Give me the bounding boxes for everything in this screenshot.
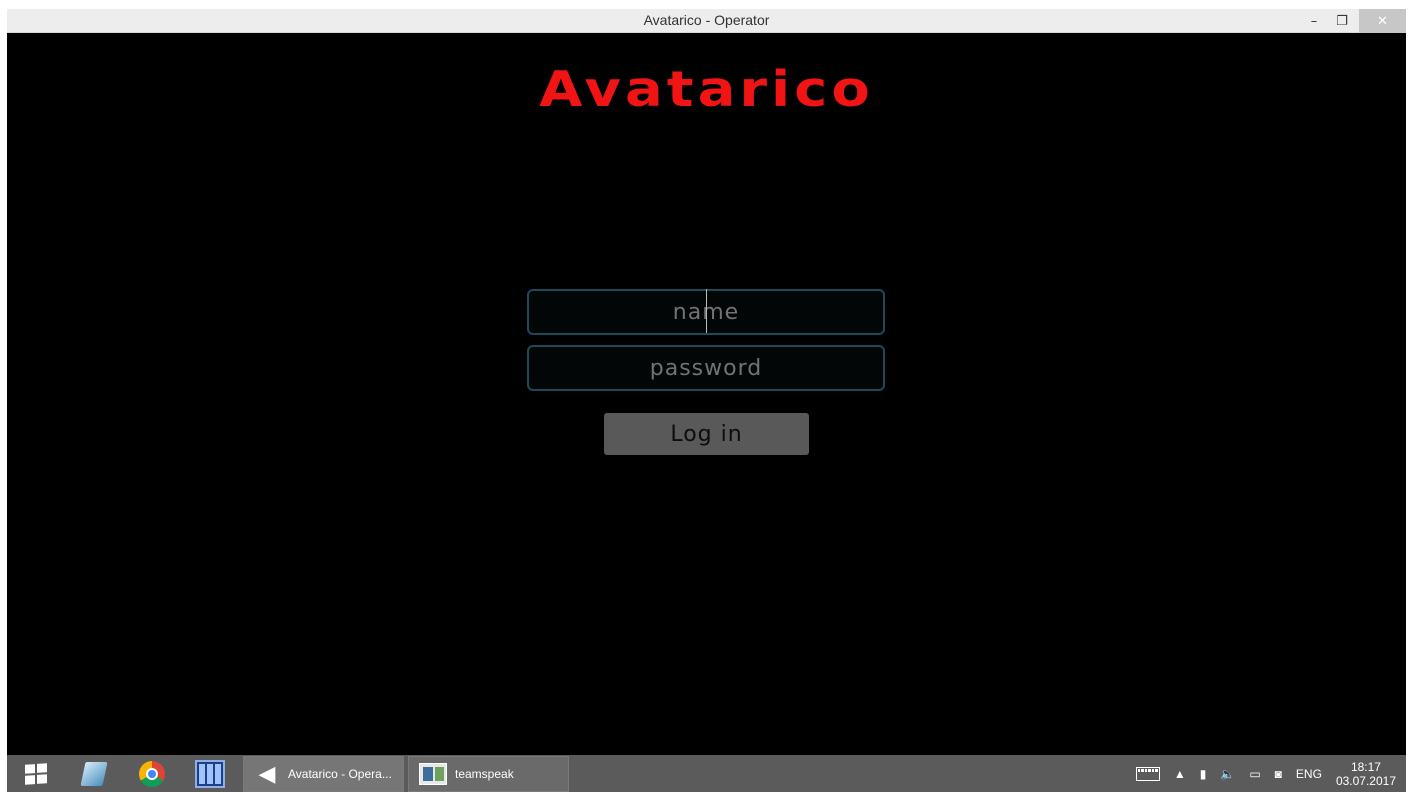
taskbar: ◀ Avatarico - Opera... teamspeak ▲ ▮ 🔈 ▭… <box>7 755 1406 792</box>
windows-start-icon[interactable] <box>7 755 65 792</box>
login-button[interactable]: Log in <box>604 413 809 455</box>
server-app-icon[interactable] <box>181 755 239 792</box>
text-cursor <box>706 289 707 333</box>
battery-icon[interactable]: ▮ <box>1200 767 1207 781</box>
clock[interactable]: 18:17 03.07.2017 <box>1336 760 1396 788</box>
pen-app-icon[interactable] <box>65 755 123 792</box>
taskbar-item-avatarico[interactable]: ◀ Avatarico - Opera... <box>243 755 404 792</box>
volume-icon[interactable]: 🔈 <box>1220 767 1235 781</box>
language-indicator[interactable]: ENG <box>1296 767 1322 781</box>
clock-time: 18:17 <box>1350 759 1381 774</box>
taskbar-item-label: Avatarico - Opera... <box>288 766 392 781</box>
window-title: Avatarico - Operator <box>643 12 770 28</box>
network-icon[interactable]: ▭ <box>1249 767 1260 781</box>
window-title-bar: Avatarico - Operator – ❐ ✕ <box>7 9 1406 33</box>
taskbar-item-teamspeak[interactable]: teamspeak <box>408 755 569 792</box>
system-tray: ▲ ▮ 🔈 ▭ ◙ ENG 18:17 03.07.2017 <box>1135 755 1406 792</box>
unity-icon: ◀ <box>258 760 276 786</box>
close-button[interactable]: ✕ <box>1359 9 1406 33</box>
show-hidden-icons-button[interactable]: ▲ <box>1174 767 1186 781</box>
teamspeak-icon <box>419 762 447 785</box>
clock-date: 03.07.2017 <box>1335 773 1396 788</box>
app-canvas: Avatarico Log in <box>7 33 1406 755</box>
keyboard-icon[interactable] <box>1135 766 1160 781</box>
restore-button[interactable]: ❐ <box>1328 9 1356 33</box>
chrome-icon[interactable] <box>123 755 181 792</box>
action-center-icon[interactable]: ◙ <box>1275 767 1282 781</box>
minimize-button[interactable]: – <box>1300 9 1328 33</box>
window-controls: – ❐ ✕ <box>1300 9 1406 33</box>
app-logo: Avatarico <box>539 60 874 119</box>
taskbar-item-label: teamspeak <box>455 766 514 781</box>
password-input[interactable] <box>527 345 885 391</box>
